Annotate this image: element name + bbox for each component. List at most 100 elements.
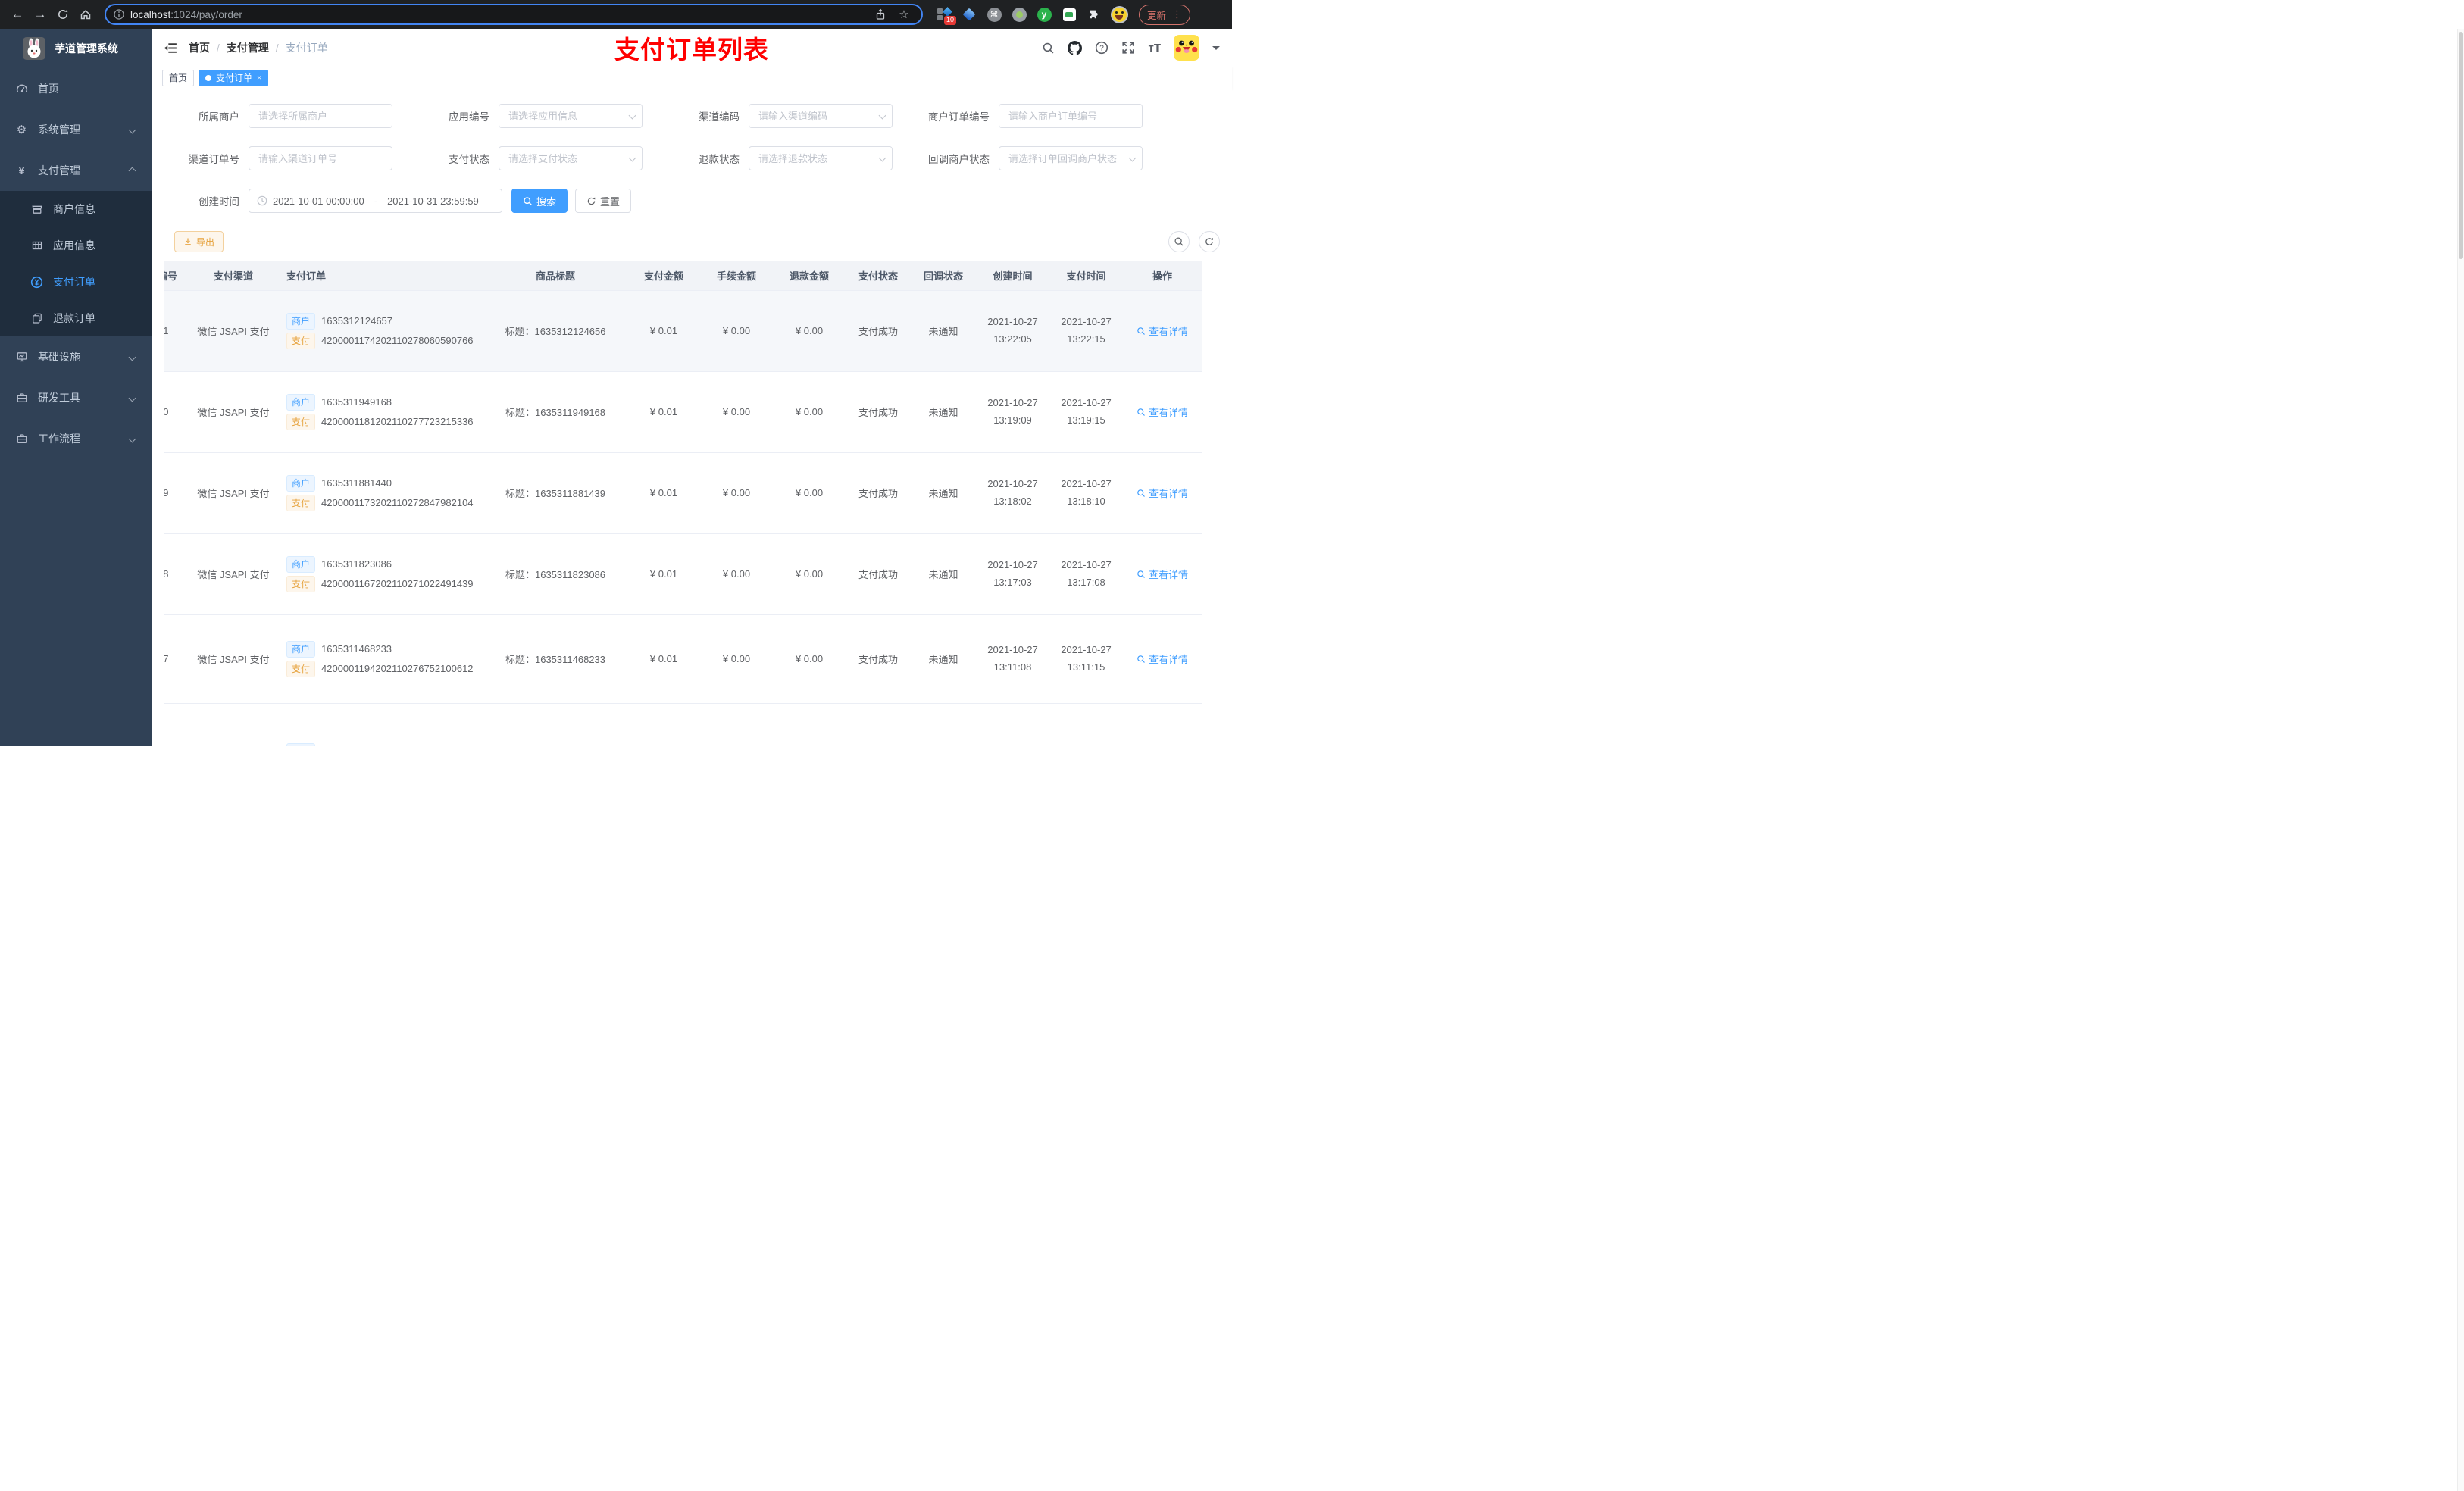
view-detail-link[interactable]: 查看详情 [1137, 324, 1188, 338]
search-icon [1137, 489, 1145, 497]
emoji-extension-icon[interactable] [1112, 7, 1127, 22]
sidebar-item-refund-order[interactable]: 退款订单 [0, 300, 152, 336]
tag-home[interactable]: 首页 [162, 69, 195, 86]
pay-tag: 支付 [286, 332, 316, 349]
sidebar-item-infrastructure[interactable]: 基础设施 [0, 336, 152, 377]
table-search-button[interactable] [1168, 231, 1190, 252]
view-detail-link[interactable]: 查看详情 [1137, 652, 1188, 666]
browser-reload-icon[interactable] [53, 5, 73, 24]
pay-tag: 支付 [286, 660, 316, 677]
share-icon[interactable] [874, 8, 886, 20]
sidebar-item-payment[interactable]: ¥ 支付管理 [0, 150, 152, 191]
chevron-down-icon [128, 394, 136, 402]
view-detail-link[interactable]: 查看详情 [1137, 486, 1188, 500]
help-icon[interactable]: ? [1095, 41, 1108, 55]
fullscreen-icon[interactable] [1121, 41, 1135, 55]
merchant-tag: 商户 [286, 312, 316, 330]
breadcrumb-home[interactable]: 首页 [189, 40, 210, 55]
merchant-order-no-input[interactable] [999, 104, 1143, 128]
pay-status-select[interactable] [499, 146, 643, 170]
filter-form: 所属商户 应用编号 渠道编码 商户订单编号 [152, 89, 1232, 213]
active-dot-icon [205, 74, 212, 81]
reset-button[interactable]: 重置 [575, 189, 632, 213]
browser-update-button[interactable]: 更新 ⋮ [1139, 4, 1191, 25]
search-button[interactable]: 搜索 [511, 189, 568, 213]
bookmark-star-icon[interactable]: ☆ [894, 5, 914, 24]
table-row: 19 微信 JSAPI 支付 商户1635311881440 支付4200001… [164, 452, 1202, 534]
browser-menu-icon[interactable]: ⋮ [1172, 8, 1182, 20]
chevron-down-icon [128, 353, 136, 361]
chat-extension-icon[interactable] [1062, 7, 1077, 22]
dot-extension-icon[interactable] [1012, 7, 1027, 22]
refund-status-select[interactable] [749, 146, 893, 170]
filter-channel-code: 渠道编码 [674, 104, 902, 128]
browser-back-icon[interactable]: ← [8, 5, 27, 24]
font-size-icon[interactable]: ᴛT [1148, 42, 1161, 55]
filter-notify-status: 回调商户状态 [924, 146, 1152, 170]
cell-fee: ¥ 0.00 [700, 290, 773, 372]
table-refresh-button[interactable] [1199, 231, 1220, 252]
table-row: 20 微信 JSAPI 支付 商户1635311949168 支付4200001… [164, 371, 1202, 453]
payment-submenu: 商户信息 应用信息 支付订单 退款订单 [0, 191, 152, 336]
browser-home-icon[interactable] [76, 5, 95, 24]
store-icon [30, 203, 43, 215]
browser-forward-icon[interactable]: → [30, 5, 50, 24]
cell-pay-status: 支付成功 [846, 290, 911, 372]
avatar-caret-icon[interactable] [1212, 45, 1220, 54]
y-extension-icon[interactable]: y [1037, 7, 1052, 22]
view-detail-link[interactable]: 查看详情 [1137, 567, 1188, 581]
chevron-down-icon [128, 435, 136, 442]
cell-refund: ¥ 0.00 [773, 290, 846, 372]
filter-merchant: 所属商户 [174, 104, 402, 128]
cell-title: 标题：1635312124656 [483, 290, 627, 372]
sidebar-collapse-icon[interactable] [164, 41, 178, 55]
user-avatar[interactable] [1174, 35, 1199, 61]
browser-toolbar: ← → localhost:1024/pay/order ☆ 10 ⌘ y 更新… [0, 0, 1232, 29]
navbar: 首页 / 支付管理 / 支付订单 支付订单列表 ? ᴛT [152, 29, 1232, 67]
date-range-picker[interactable]: 2021-10-01 00:00:00 - 2021-10-31 23:59:5… [249, 189, 502, 213]
sidebar-item-merchant-info[interactable]: 商户信息 [0, 191, 152, 227]
extensions-area: 10 ⌘ y [937, 7, 1127, 25]
puzzle-extensions-icon[interactable] [1087, 7, 1102, 22]
breadcrumb-current: 支付订单 [285, 42, 328, 54]
merchant-tag: 商户 [286, 555, 316, 573]
sidebar-item-system[interactable]: ⚙ 系统管理 [0, 109, 152, 150]
kite-extension-icon[interactable] [962, 7, 977, 22]
close-icon[interactable]: × [257, 73, 261, 83]
tag-assistant-extension-icon[interactable]: 10 [937, 7, 956, 25]
site-info-icon[interactable] [114, 9, 124, 20]
document-copy-icon [30, 312, 43, 324]
sidebar-item-dev-tools[interactable]: 研发工具 [0, 377, 152, 418]
filter-app-id: 应用编号 [424, 104, 652, 128]
command-extension-icon[interactable]: ⌘ [987, 7, 1002, 22]
scrollbar-thumb[interactable] [2459, 32, 2463, 259]
app-select[interactable] [499, 104, 643, 128]
export-button[interactable]: 导出 [174, 231, 224, 252]
tag-pay-order[interactable]: 支付订单 × [199, 69, 269, 86]
breadcrumb: 首页 / 支付管理 / 支付订单 [189, 40, 328, 55]
sidebar-item-workflow[interactable]: 工作流程 [0, 418, 152, 459]
orders-table: 编号 支付渠道 支付订单 商品标题 支付金额 手续金额 退款金额 支付状态 回调… [164, 261, 1220, 746]
sidebar-item-pay-order[interactable]: 支付订单 [0, 264, 152, 300]
pay-tag: 支付 [286, 575, 316, 592]
gear-icon: ⚙ [16, 123, 27, 136]
view-detail-link[interactable]: 查看详情 [1137, 405, 1188, 419]
channel-code-select[interactable] [749, 104, 893, 128]
yen-icon: ¥ [18, 164, 25, 177]
table-row: 21 微信 JSAPI 支付 商户1635312124657 支付4200001… [164, 290, 1202, 372]
sidebar-item-home[interactable]: 首页 [0, 68, 152, 109]
window-scrollbar[interactable] [2457, 29, 2464, 1491]
channel-order-no-input[interactable] [249, 146, 392, 170]
url-text: localhost:1024/pay/order [130, 8, 242, 20]
sidebar-item-app-info[interactable]: 应用信息 [0, 227, 152, 264]
yen-circle-icon [30, 276, 43, 289]
monitor-chart-icon [15, 351, 28, 363]
address-bar[interactable]: localhost:1024/pay/order ☆ [105, 4, 923, 25]
breadcrumb-payment[interactable]: 支付管理 [227, 40, 269, 55]
filter-pay-status: 支付状态 [424, 146, 652, 170]
notify-status-select[interactable] [999, 146, 1143, 170]
cell-order: 商户 1635312124657 支付 4200001174202110278060… [279, 290, 483, 372]
search-icon[interactable] [1042, 42, 1055, 55]
github-icon[interactable] [1068, 40, 1083, 55]
merchant-select[interactable] [249, 104, 392, 128]
